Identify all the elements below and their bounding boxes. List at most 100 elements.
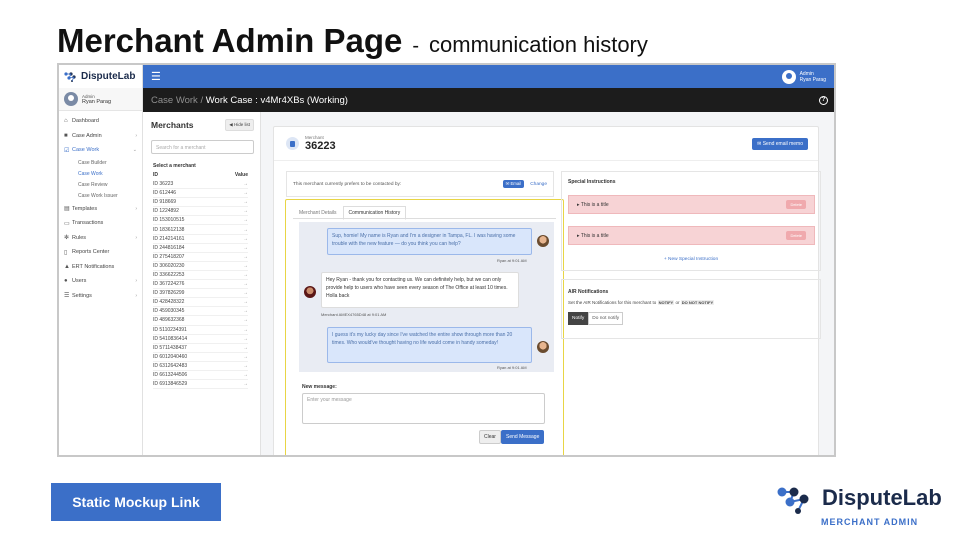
sidebar-item-case-work[interactable]: ☑ Case Work ⌄ [59,143,142,158]
merchant-list-item[interactable]: ID 5410836414 → [153,335,248,344]
merchant-list-item[interactable]: ID 1224892 → [153,207,248,217]
app-screenshot: DisputeLab ☰ Admin Ryan Parag Admin Ryan [57,63,836,457]
arrow-right-icon: → [243,344,248,351]
merchant-list-item[interactable]: ID 306020230 → [153,262,248,271]
merchant-list-item[interactable]: ID 918669 → [153,198,248,208]
sidebar-subitem-case-work-issuer[interactable]: Case Work Issuer [59,191,142,202]
menu-icon[interactable]: ☰ [151,70,161,83]
slide-title-subtitle: communication history [429,32,648,57]
static-mockup-link-button[interactable]: Static Mockup Link [51,483,221,521]
users-icon: ● [64,278,68,285]
sidebar-subitem-case-builder[interactable]: Case Builder [59,158,142,169]
checkbox-icon: ☑ [64,147,70,154]
do-not-notify-button[interactable]: Do not notify [588,312,624,325]
merchant-list: ID 36223 → ID 612446 → ID 918669 → ID 1224892 →… [153,180,248,390]
navbar: ☰ Admin Ryan Parag [143,65,834,88]
sidebar-item-rules[interactable]: ✻ Rules › [59,231,142,246]
message-bubble-outgoing: I guess it's my lucky day since I've wat… [327,327,532,363]
chevron-right-icon: › [135,132,137,139]
sidebar-item-ert-notifications[interactable]: ▲ ERT Notifications [59,260,142,275]
app-brand-name: DisputeLab [81,71,136,82]
arrow-right-icon: → [243,244,248,251]
special-instruction-item[interactable]: ▸ This is a title Delete [568,195,815,214]
sidebar-item-dashboard[interactable]: ⌂ Dashboard [59,114,142,129]
merchant-list-item[interactable]: ID 459030345 → [153,307,248,317]
new-message-input[interactable]: Enter your message [302,393,545,424]
merchant-list-item[interactable]: ID 36223 → [153,180,248,190]
slide: Merchant Admin Page - communication hist… [0,0,960,540]
sidebar-subitem-case-review[interactable]: Case Review [59,180,142,191]
user-menu[interactable]: Admin Ryan Parag [781,69,826,84]
merchant-list-item[interactable]: ID 6312642483 → [153,362,248,371]
breadcrumb-parent[interactable]: Case Work / [151,95,203,106]
arrow-right-icon: → [243,353,248,360]
special-instruction-item[interactable]: ▸ This is a title Delete [568,226,815,245]
delete-instruction-button[interactable]: Delete [786,231,806,240]
merchant-list-item[interactable]: ID 6913846529 → [153,380,248,390]
merchant-list-item[interactable]: ID 489632368 → [153,316,248,326]
message-thread: Sup, homie! My name is Ryan and I'm a de… [299,222,554,372]
add-special-instruction-link[interactable]: + New Special Instruction [562,257,820,262]
content-header: Case Work / Work Case : v4Mr4XBs (Workin… [143,88,834,112]
communication-panel: Merchant Details Communication History S… [285,199,564,455]
merchant-list-item[interactable]: ID 183612138 → [153,225,248,235]
message-bubble-outgoing: Sup, homie! My name is Ryan and I'm a de… [327,228,532,255]
merchant-list-item[interactable]: ID 5110234391 → [153,326,248,335]
sidebar-item-users[interactable]: ● Users › [59,274,142,289]
send-email-memo-button[interactable]: ✉ Send email memo [752,138,808,150]
sidebar-item-transactions[interactable]: ▭ Transactions [59,216,142,231]
arrow-right-icon: → [243,326,248,333]
change-contact-link[interactable]: Change [530,182,547,187]
sidebar-item-settings[interactable]: ☰ Settings › [59,289,142,304]
sidebar-subitem-case-work[interactable]: Case Work [59,169,142,180]
special-instructions-card: Special Instructions ▸ This is a title D… [561,171,821,271]
breadcrumb-current: Work Case : v4Mr4XBs (Working) [205,94,348,106]
merchant-list-item[interactable]: ID 214214161 → [153,235,248,244]
merchant-list-item[interactable]: ID 336622253 → [153,271,248,281]
hide-list-button[interactable]: ◀ Hide list [225,119,254,131]
merchant-header: Merchant 36223 [286,135,336,152]
send-message-button[interactable]: Send Message [501,430,545,444]
merchant-list-item[interactable]: ID 367224276 → [153,280,248,290]
footer-logo-tagline: MERCHANT ADMIN [821,517,919,527]
notify-button[interactable]: Notify [568,312,589,325]
arrow-right-icon: → [243,253,248,260]
merchant-list-item[interactable]: ID 5711438437 → [153,344,248,353]
merchant-list-item[interactable]: ID 612446 → [153,189,248,199]
merchant-list-item[interactable]: ID 275418207 → [153,253,248,262]
sidebar-menu: ⌂ Dashboard ■ Case Admin › ☑ Case Work ⌄ Case… [59,111,142,303]
top-navbar: DisputeLab ☰ Admin Ryan Parag [59,65,834,88]
arrow-right-icon: → [243,362,248,369]
gear-icon: ✻ [64,235,70,242]
merchant-list-header: ID Value [153,172,248,178]
file-icon: ▯ [64,249,68,256]
chevron-right-icon: › [135,205,137,212]
sidebar-item-templates[interactable]: ▤ Templates › [59,202,142,217]
clear-button[interactable]: Clear [479,430,501,444]
ryan-avatar-icon [537,235,549,247]
sidebar-user-name: Ryan Parag [82,98,112,105]
contact-preference: This merchant currently prefers to be co… [286,171,554,197]
sidebar-item-reports-center[interactable]: ▯ Reports Center [59,245,142,260]
arrow-right-icon: → [243,308,248,315]
merchant-list-item[interactable]: ID 153010515 → [153,216,248,226]
merchant-list-item[interactable]: ID 6012040460 → [153,353,248,362]
merchant-list-item[interactable]: ID 428428322 → [153,298,248,308]
help-icon[interactable]: ? [819,95,828,105]
app-brand[interactable]: DisputeLab [59,65,143,88]
chevron-down-icon: ⌄ [132,147,137,154]
merchants-panel: Merchants ◀ Hide list Search for a merch… [143,112,261,455]
merchant-search-input[interactable]: Search for a merchant [151,140,254,154]
delete-instruction-button[interactable]: Delete [786,200,806,209]
divider [274,160,818,161]
merchants-title: Merchants [151,120,194,130]
sidebar-item-case-admin[interactable]: ■ Case Admin › [59,129,142,144]
merchant-list-item[interactable]: ID 6613244506 → [153,371,248,381]
special-instructions-title: Special Instructions [568,179,616,185]
chevron-right-icon: › [135,234,137,241]
merchant-list-item[interactable]: ID 397826299 → [153,289,248,299]
merchant-store-icon [286,137,299,150]
tab-divider [293,218,556,219]
air-notifications-title: AIR Notifications [568,289,609,295]
merchant-list-item[interactable]: ID 244816184 → [153,244,248,253]
